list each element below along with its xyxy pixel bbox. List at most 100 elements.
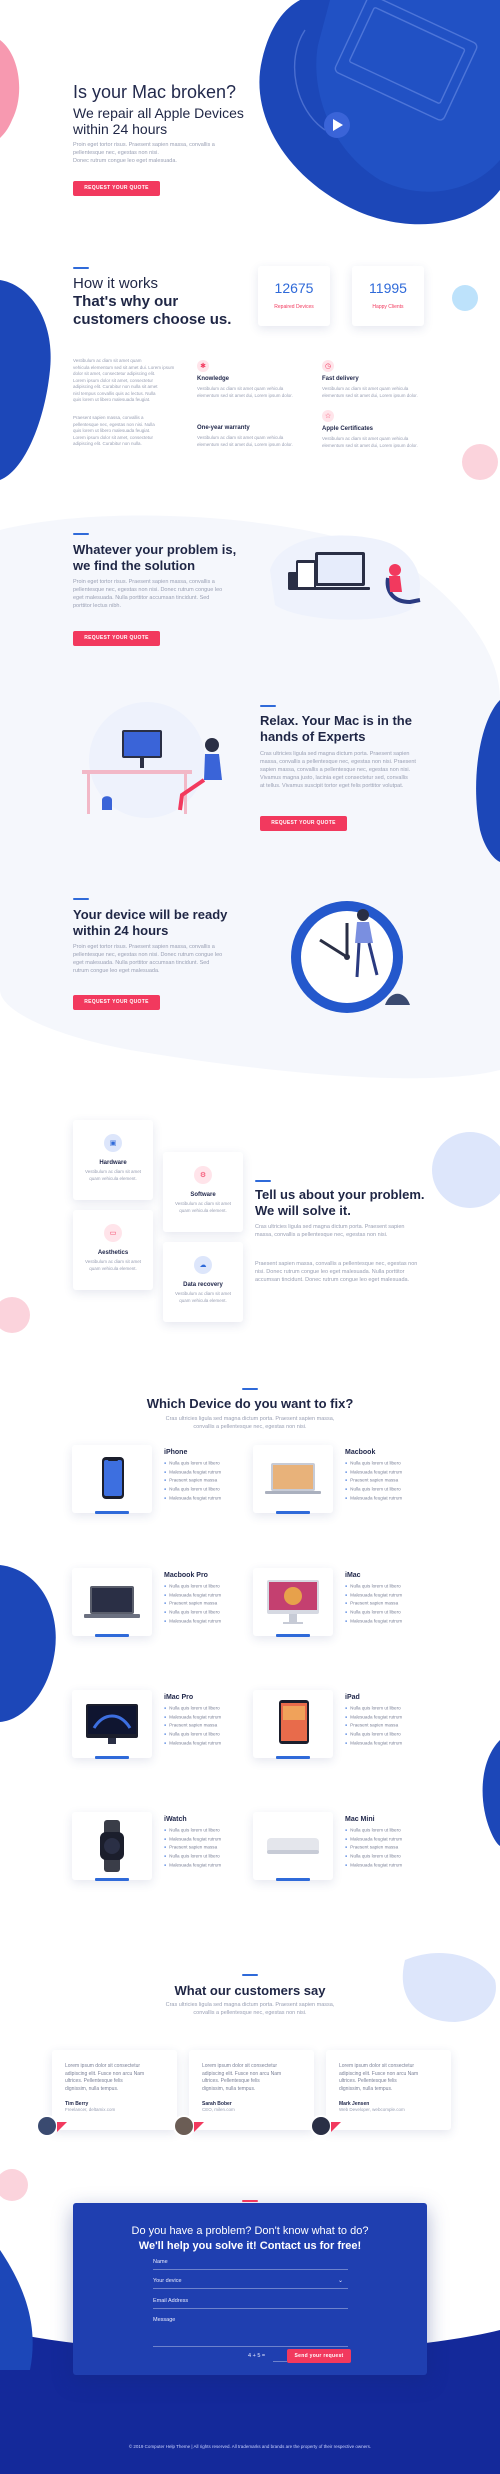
howitworks-paragraph-2: Praesent sapien massa, convallis a pelle…: [73, 415, 155, 446]
quote-corner-icon: [331, 2122, 341, 2132]
device-card-mac-mini[interactable]: [253, 1812, 333, 1880]
problem-title-2: we find the solution: [73, 558, 196, 573]
howitworks-title-1: That's why our: [73, 293, 179, 310]
problem-text-2: pellentesque nec, egestas non nisi. Done…: [73, 587, 223, 593]
device-underline: [95, 1511, 129, 1514]
device-name[interactable]: iMac Pro: [164, 1694, 254, 1701]
list-item: Praesent sapien massa: [164, 1599, 254, 1608]
device-field[interactable]: Your device: [153, 2278, 182, 2284]
list-item: Nulla quis lorem ut libero: [164, 1582, 254, 1591]
tellus-text-2: massa, convallis a pellentesque nec, ege…: [255, 1232, 388, 1238]
list-item: Nulla quis lorem ut libero: [345, 1582, 435, 1591]
problem-cta-button[interactable]: REQUEST YOUR QUOTE: [73, 631, 160, 646]
device-info: iPadNulla quis lorem ut liberoMalesuada …: [345, 1694, 435, 1747]
device-card-macbook[interactable]: [253, 1445, 333, 1513]
service-card-software[interactable]: ⚙ Software Vestibulum ac diam sit amet q…: [163, 1152, 243, 1232]
devices-illustration: [270, 535, 421, 620]
ready-title-1: Your device will be ready: [73, 907, 228, 922]
captcha-input[interactable]: [273, 2361, 287, 2362]
device-feature-list: Nulla quis lorem ut libero Malesuada feug…: [345, 1459, 435, 1502]
tellus-text-1: Cras ultricies ligula sed magna dictum p…: [255, 1224, 405, 1230]
device-name[interactable]: Macbook Pro: [164, 1572, 254, 1579]
list-item: Malesuada feugiat rutrum: [164, 1835, 254, 1844]
section-accent: [242, 1388, 258, 1390]
macbook-image: [265, 1463, 321, 1494]
email-field[interactable]: Email Address: [153, 2298, 188, 2304]
device-feature-list: Nulla quis lorem ut liberoMalesuada feug…: [345, 1582, 435, 1625]
relax-text-3: sapien massa, convallis a pellentesque n…: [260, 767, 411, 773]
device-underline: [276, 1511, 310, 1514]
tellus-text-3: Praesent sapien massa, convallis a pelle…: [255, 1261, 418, 1267]
chevron-down-icon[interactable]: ⌄: [338, 2277, 343, 2284]
relax-text-2: massa, convallis a pellentesque nec, ege…: [260, 759, 416, 765]
list-item: Praesent sapien massa: [345, 1721, 435, 1730]
device-name[interactable]: iMac: [345, 1572, 435, 1579]
device-card-ipad[interactable]: [253, 1690, 333, 1758]
list-item: Nulla quis lorem ut libero: [345, 1826, 435, 1835]
device-name[interactable]: iWatch: [164, 1816, 254, 1823]
device-name[interactable]: Macbook: [345, 1449, 435, 1456]
certificate-icon: ☆: [322, 410, 334, 422]
hero-text-2: pellentesque nec, egestas non nisi.: [73, 150, 159, 156]
device-card-iphone[interactable]: [72, 1445, 152, 1513]
list-item: Nulla quis lorem ut libero: [164, 1608, 254, 1617]
tellus-title-2: We will solve it.: [255, 1203, 351, 1218]
stat-card-repaired: 12675 Repaired Devices: [258, 266, 330, 326]
device-name[interactable]: iPhone: [164, 1449, 254, 1456]
quote-corner-icon: [57, 2122, 67, 2132]
service-card-aesthetics[interactable]: ▭ Aesthetics Vestibulum ac diam sit amet…: [73, 1210, 153, 1290]
list-item: Nulla quis lorem ut libero: [345, 1704, 435, 1713]
contact-title-2: We'll help you solve it! Contact us for …: [138, 2240, 362, 2252]
ready-title-2: within 24 hours: [73, 923, 169, 938]
submit-button[interactable]: Send your request: [287, 2349, 351, 2363]
name-field[interactable]: Name: [153, 2259, 168, 2265]
service-card-hardware[interactable]: ▣ Hardware Vestibulum ac diam sit amet q…: [73, 1120, 153, 1200]
tellus-title-1: Tell us about your problem.: [255, 1187, 425, 1202]
clock-icon: ◷: [322, 360, 334, 372]
device-feature-list: Nulla quis lorem ut liberoMalesuada feug…: [164, 1459, 254, 1502]
hardware-icon: ▣: [104, 1134, 122, 1152]
list-item: Malesuada feugiat rutrum: [164, 1861, 254, 1870]
problem-text-3: eget malesuada. Nulla porttitor accumsan…: [73, 595, 210, 601]
service-card-data-recovery[interactable]: ☁ Data recovery Vestibulum ac diam sit a…: [163, 1242, 243, 1322]
message-field[interactable]: Message: [153, 2317, 175, 2323]
device-card-iwatch[interactable]: [72, 1812, 152, 1880]
list-item: Nulla quis lorem ut libero: [164, 1485, 254, 1494]
ready-text-2: pellentesque nec, egestas non nisi. Done…: [73, 952, 223, 958]
relax-cta-button[interactable]: REQUEST YOUR QUOTE: [260, 816, 347, 831]
device-card-imac[interactable]: [253, 1568, 333, 1636]
list-item: Malesuada feugiat rutrum: [345, 1861, 435, 1870]
ready-cta-button[interactable]: REQUEST YOUR QUOTE: [73, 995, 160, 1010]
list-item: Nulla quis lorem ut libero: [345, 1459, 435, 1468]
problem-text-1: Proin eget tortor risus. Praesent sapien…: [73, 579, 215, 585]
device-info: iMac Nulla quis lorem ut liberoMalesuada …: [345, 1572, 435, 1625]
hero-cta-button[interactable]: REQUEST YOUR QUOTE: [73, 181, 160, 196]
device-underline: [95, 1878, 129, 1881]
device-card-imac-pro[interactable]: [72, 1690, 152, 1758]
clock-illustration: [291, 901, 410, 1013]
list-item: Malesuada feugiat rutrum: [345, 1494, 435, 1503]
hero-subtitle-2: within 24 hours: [73, 121, 168, 137]
devices-subtitle-1: Cras ultricies ligula sed magna dictum p…: [165, 1416, 335, 1422]
list-item: Praesent sapien massa: [164, 1721, 254, 1730]
feature-apple-certificates: ☆ Apple Certificates Vestibulum ac diam …: [322, 410, 432, 449]
howitworks-title-2: customers choose us.: [73, 311, 232, 328]
list-item: Nulla quis lorem ut libero: [164, 1459, 254, 1468]
tellus-text-4: nisi. Donec rutrum congue leo eget males…: [255, 1269, 405, 1275]
device-feature-list: Nulla quis lorem ut libero Malesuada feug…: [345, 1826, 435, 1869]
mac-mini-image: [267, 1838, 319, 1854]
avatar: [310, 2115, 332, 2137]
list-item: Malesuada feugiat rutrum: [164, 1494, 254, 1503]
ready-text-4: rutrum congue leo eget malesuada.: [73, 968, 160, 974]
device-name[interactable]: iPad: [345, 1694, 435, 1701]
device-underline: [276, 1756, 310, 1759]
relax-title-1: Relax. Your Mac is in the: [260, 713, 412, 728]
device-card-macbook-pro[interactable]: [72, 1568, 152, 1636]
device-name[interactable]: Mac Mini: [345, 1816, 435, 1823]
list-item: Praesent sapien massa: [164, 1476, 254, 1485]
list-item: Malesuada feugiat rutrum: [164, 1617, 254, 1626]
ready-text-1: Proin eget tortor risus. Praesent sapien…: [73, 944, 215, 950]
relax-text-5: at tellus. Vivamus suscipit tortor eget …: [260, 783, 404, 789]
section-accent: [73, 533, 89, 535]
data-recovery-icon: ☁: [194, 1256, 212, 1274]
